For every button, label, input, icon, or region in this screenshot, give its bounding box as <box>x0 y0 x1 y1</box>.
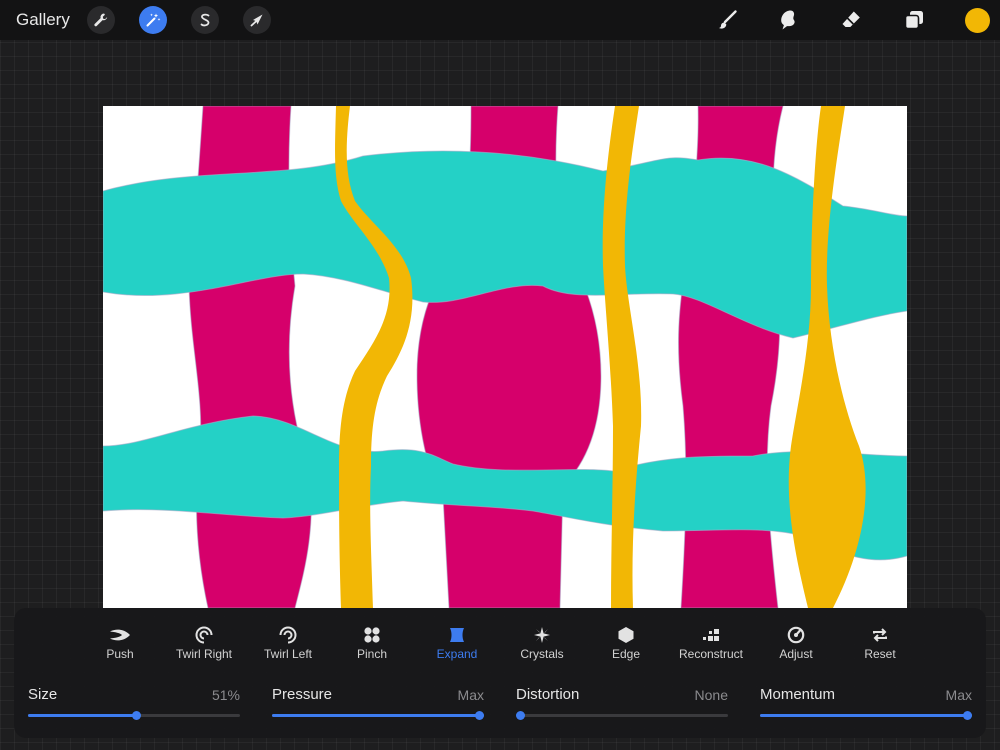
push-icon <box>75 624 165 646</box>
color-picker-swatch[interactable] <box>965 8 990 33</box>
distortion-slider[interactable] <box>516 711 728 720</box>
slider-value: Max <box>457 687 484 703</box>
twirl-right-icon <box>159 624 249 646</box>
mode-label: Twirl Right <box>175 647 232 661</box>
mode-label: Edge <box>611 647 641 661</box>
mode-pinch[interactable]: Pinch <box>327 624 417 668</box>
magic-wand-icon[interactable] <box>139 6 167 34</box>
size-slider-block: Size 51% <box>28 686 240 726</box>
slider-knob[interactable] <box>516 711 525 720</box>
crystals-icon <box>497 624 587 646</box>
slider-fill <box>760 714 972 717</box>
brush-icon[interactable] <box>711 4 743 36</box>
mode-label: Pinch <box>356 647 388 661</box>
momentum-slider-block: Momentum Max <box>760 686 972 726</box>
pressure-slider-block: Pressure Max <box>272 686 484 726</box>
size-slider[interactable] <box>28 711 240 720</box>
mode-edge[interactable]: Edge <box>581 624 671 668</box>
artwork <box>103 106 907 608</box>
pinch-icon <box>327 624 417 646</box>
selection-s-icon[interactable] <box>191 6 219 34</box>
adjust-icon <box>751 624 841 646</box>
layers-icon[interactable] <box>898 4 930 36</box>
slider-label: Distortion <box>516 686 580 703</box>
smudge-icon[interactable] <box>772 4 804 36</box>
mode-adjust[interactable]: Adjust <box>751 624 841 668</box>
transform-arrow-icon[interactable] <box>243 6 271 34</box>
slider-knob[interactable] <box>963 711 972 720</box>
slider-value: 51% <box>211 687 240 703</box>
drawing-canvas[interactable] <box>103 106 907 608</box>
mode-label: Reconstruct <box>678 647 744 661</box>
expand-icon <box>412 624 502 646</box>
mode-label: Twirl Left <box>263 647 312 661</box>
mode-reset[interactable]: Reset <box>835 624 925 668</box>
eraser-icon[interactable] <box>835 4 867 36</box>
twirl-left-icon <box>243 624 333 646</box>
liquify-panel: Push Twirl Right Twirl Left Pinch Expand… <box>14 608 986 738</box>
reset-icon <box>835 624 925 646</box>
momentum-slider[interactable] <box>760 711 972 720</box>
slider-label: Pressure <box>272 686 333 703</box>
edge-icon <box>581 624 671 646</box>
mode-twirl-right[interactable]: Twirl Right <box>159 624 249 668</box>
mode-twirl-left[interactable]: Twirl Left <box>243 624 333 668</box>
slider-label: Momentum <box>760 686 836 703</box>
slider-fill <box>272 714 484 717</box>
top-toolbar: Gallery <box>0 0 1000 40</box>
gallery-button[interactable]: Gallery <box>16 10 70 30</box>
mode-label: Expand <box>436 647 478 661</box>
slider-value: None <box>694 687 728 703</box>
distortion-slider-block: Distortion None <box>516 686 728 726</box>
mode-label: Adjust <box>779 647 813 661</box>
slider-knob[interactable] <box>132 711 141 720</box>
slider-fill <box>28 714 136 717</box>
mode-expand[interactable]: Expand <box>412 624 502 668</box>
mode-push[interactable]: Push <box>75 624 165 668</box>
slider-value: Max <box>945 687 972 703</box>
slider-label: Size <box>28 686 58 703</box>
slider-knob[interactable] <box>475 711 484 720</box>
pressure-slider[interactable] <box>272 711 484 720</box>
mode-reconstruct[interactable]: Reconstruct <box>666 624 756 668</box>
wrench-icon[interactable] <box>87 6 115 34</box>
mode-label: Push <box>106 647 134 661</box>
reconstruct-icon <box>666 624 756 646</box>
mode-label: Reset <box>864 647 896 661</box>
mode-crystals[interactable]: Crystals <box>497 624 587 668</box>
mode-label: Crystals <box>520 647 564 661</box>
